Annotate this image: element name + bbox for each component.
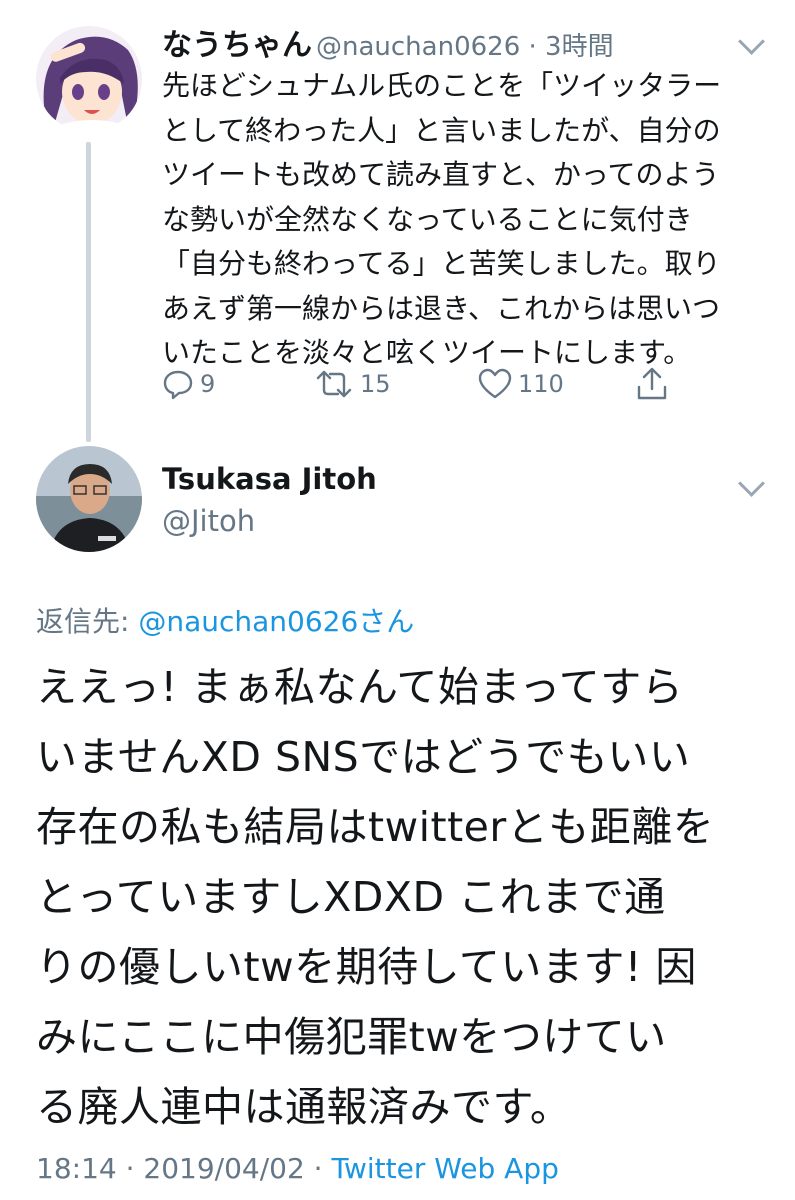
reply-text-line: ええっ! まぁ私なんて始まってすら — [36, 663, 684, 711]
parent-text-line: あえず第一線からは退き、これからは思いつ — [162, 291, 721, 325]
tweet-timestamp[interactable]: 18:14 · 2019/04/02 · — [36, 1152, 331, 1185]
like-icon — [478, 368, 512, 399]
reply-text-line: 存在の私も結局はtwitterとも距離を — [36, 803, 715, 851]
reply-handle[interactable]: @Jitoh — [162, 504, 255, 538]
parent-display-name[interactable]: なうちゃん — [162, 20, 312, 64]
share-button[interactable] — [636, 366, 668, 402]
parent-text-line: ツイートも改めて読み直すと、かってのよう — [162, 158, 720, 191]
tweet-source-app[interactable]: Twitter Web App — [331, 1152, 558, 1185]
reply-icon — [163, 370, 193, 400]
parent-text-line: な勢いが全然なくなっていることに気付き — [162, 202, 693, 236]
reply-count: 9 — [200, 370, 216, 398]
like-count: 110 — [518, 370, 564, 398]
reply-text-line: いませんXD SNSではどうでもいい — [36, 733, 691, 781]
parent-text-line: 「自分も終わってる」と苦笑しました。取り — [162, 247, 721, 280]
share-icon — [637, 367, 667, 400]
reply-button[interactable]: 9 — [162, 366, 215, 402]
replying-to-label: 返信先: — [36, 605, 139, 638]
reply-tweet-text: ええっ! まぁ私なんて始まってすら いませんXD SNSではどうでもいい 存在の… — [36, 652, 776, 1142]
parent-handle-time[interactable]: @nauchan0626 · 3時間 — [316, 26, 614, 63]
thread-connector-line — [86, 142, 91, 442]
retweet-button[interactable]: 15 — [314, 366, 391, 402]
reply-text-line: とっていますしXDXD これまで通 — [36, 873, 666, 921]
reply-text-line: る廃人連中は通報済みです。 — [36, 1083, 572, 1131]
chevron-down-icon[interactable] — [738, 470, 765, 497]
parent-text-line: として終わった人」と言いましたが、自分の — [162, 113, 721, 147]
reply-text-line: りの優しいtwを期待しています! 因 — [36, 943, 697, 991]
retweet-count: 15 — [360, 370, 391, 398]
tweet-meta: 18:14 · 2019/04/02 · Twitter Web App — [36, 1152, 559, 1185]
reply-display-name[interactable]: Tsukasa Jitoh — [162, 462, 377, 496]
reply-avatar[interactable] — [36, 446, 142, 552]
replying-to-line: 返信先: @nauchan0626さん — [36, 600, 414, 640]
retweet-icon — [316, 370, 352, 398]
reply-text-line: みにここに中傷犯罪twをつけてい — [36, 1013, 667, 1061]
parent-tweet-text: 先ほどシュナムル氏のことを「ツイッタラー として終わった人」と言いましたが、自分… — [162, 64, 782, 376]
replying-to-link[interactable]: @nauchan0626さん — [138, 605, 414, 638]
parent-text-line: いたことを淡々と呟くツイートにします。 — [162, 336, 692, 369]
parent-avatar[interactable] — [36, 26, 142, 132]
chevron-down-icon[interactable] — [738, 28, 765, 55]
like-button[interactable]: 110 — [478, 366, 564, 402]
parent-text-line: 先ほどシュナムル氏のことを「ツイッタラー — [162, 69, 722, 102]
